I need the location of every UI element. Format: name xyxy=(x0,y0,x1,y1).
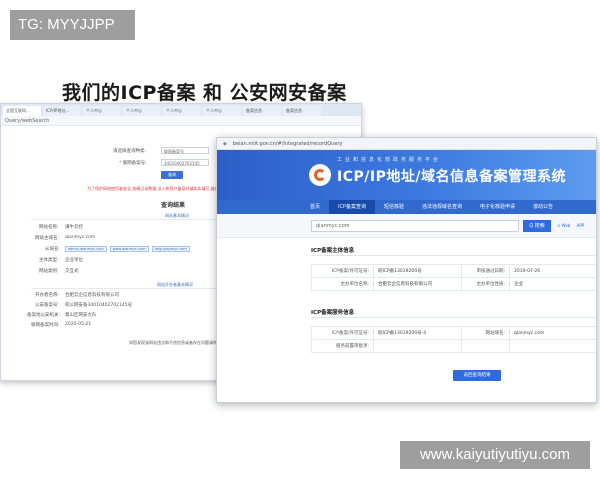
record-no-label: * 联网备案号: xyxy=(119,161,147,166)
type-value: 企业单位 xyxy=(65,258,83,263)
table-cell: 主办单位性质: xyxy=(461,277,510,291)
table-cell: 皖ICP备13019204号-4 xyxy=(373,326,462,340)
nav-illegal-domain[interactable]: 违法违规域名查询 xyxy=(413,200,471,214)
date-label: 联网备案时间: xyxy=(31,323,60,328)
category-label: 网站类别: xyxy=(39,269,59,274)
domain-value: qianmyc.com xyxy=(65,235,96,240)
table-cell: 合肥云企信息科技有限公司 xyxy=(373,277,462,291)
subdomain-chip[interactable]: www.qianmyc.com xyxy=(109,246,149,252)
type-label: 主体类型: xyxy=(39,258,59,263)
office-label: 备案地公安机关: xyxy=(27,313,61,318)
browser-tab-bar: 全国互联网... ICP/IP地址... 个人中心 个人中心 个人中心 个人中心… xyxy=(1,104,361,116)
system-title: ICP/IP地址/域名信息备案管理系统 xyxy=(337,169,566,185)
subject-info-table: ICP备案/许可证号: 皖ICP备13019204号 审核通过日期: 2019-… xyxy=(311,264,596,291)
table-cell: 服务前置审批项: xyxy=(311,339,374,353)
browser-tab[interactable]: 全国互联网... xyxy=(3,106,41,116)
table-cell xyxy=(509,339,596,353)
date-value: 2020-05-21 xyxy=(65,322,92,327)
domain-label: 网站主域名: xyxy=(35,236,60,241)
table-cell: qianmyc.com xyxy=(509,326,596,340)
table-row: 服务前置审批项: xyxy=(311,339,596,353)
nav-icp-query[interactable]: ICP备案查询 xyxy=(329,200,375,214)
main-nav: 首页 ICP备案查询 短信核验 违法违规域名查询 电子化核验申请 滚动公告 xyxy=(217,200,596,214)
lock-icon: ◆ xyxy=(223,140,227,147)
table-cell: 2019-07-26 xyxy=(509,264,596,278)
browser-tab[interactable]: ICP/IP地址... xyxy=(43,106,81,116)
record-no-input[interactable]: 34010402702145 xyxy=(161,159,209,166)
table-cell: 网站域名: xyxy=(461,326,510,340)
search-button[interactable]: Q 搜索 xyxy=(523,220,551,232)
nav-announcement[interactable]: 滚动公告 xyxy=(524,200,562,214)
nav-sms-verify[interactable]: 短信核验 xyxy=(375,200,413,214)
back-to-results-button[interactable]: 返回查询结果 xyxy=(453,370,501,381)
address-bar[interactable]: ◆ beian.miit.gov.cn/#/Integrated/recordQ… xyxy=(217,138,596,150)
nav-e-verify[interactable]: 电子化核验申请 xyxy=(471,200,524,214)
miit-logo-icon xyxy=(309,164,331,186)
org-name-value: 合肥云企信息科技有限公司 xyxy=(65,293,119,298)
service-info-title: ICP备案服务信息 xyxy=(311,310,355,316)
table-cell: ICP备案/许可证号: xyxy=(311,264,374,278)
browser-tab[interactable]: 备案信息 xyxy=(243,106,281,116)
table-row: ICP备案/许可证号: 皖ICP备13019204号-4 网站域名: qianm… xyxy=(311,326,596,340)
subdomain-chip[interactable]: help.qianmyc.com xyxy=(151,246,190,252)
browser-tab[interactable]: 个人中心 xyxy=(123,106,161,116)
subject-info-title: ICP备案主体信息 xyxy=(311,248,355,254)
service-info-table: ICP备案/许可证号: 皖ICP备13019204号-4 网站域名: qianm… xyxy=(311,326,596,353)
table-cell xyxy=(461,339,510,353)
divider xyxy=(311,255,596,256)
table-row: ICP备案/许可证号: 皖ICP备13019204号 审核通过日期: 2019-… xyxy=(311,264,596,278)
query-type-select[interactable]: 联网备案号 xyxy=(161,147,209,154)
table-cell: 皖ICP备13019204号 xyxy=(373,264,462,278)
subdomain-list: admin.qianmyc.com www.qianmyc.com help.qia… xyxy=(65,246,193,252)
category-value: 交互式 xyxy=(65,269,79,274)
tg-tag-label: TG: MYYJJPP xyxy=(10,10,135,40)
search-band: qianmyc.com Q 搜索 ⊙ Web APP xyxy=(217,214,596,238)
browser-tab[interactable]: 个人中心 xyxy=(203,106,241,116)
address-text: beian.miit.gov.cn/#/Integrated/recordQue… xyxy=(232,140,343,147)
address-bar[interactable]: Query/webSearch xyxy=(1,116,361,126)
result-title: 查询结果 xyxy=(161,202,186,209)
divider xyxy=(311,317,596,318)
police-no-label: 公安备案号: xyxy=(35,303,60,308)
subdomain-label: 从域名: xyxy=(45,247,61,252)
police-no-value: 皖公网安备34010402702145号 xyxy=(65,303,133,308)
browser-tab[interactable]: 个人中心 xyxy=(163,106,201,116)
app-radio[interactable]: APP xyxy=(577,223,585,228)
table-cell: 审核通过日期: xyxy=(461,264,510,278)
headline: 我们的ICP备案 和 公安网安备案 xyxy=(62,82,347,104)
web-radio[interactable]: ⊙ Web xyxy=(557,223,570,228)
site-header: 工业和信息化部政务服务平台 ICP/IP地址/域名信息备案管理系统 xyxy=(217,150,596,200)
browser-tab[interactable]: 备案信息 xyxy=(283,106,321,116)
search-input[interactable]: qianmyc.com xyxy=(311,220,519,232)
office-value: 蜀山区网安大队 xyxy=(65,313,97,318)
search-type-options: ⊙ Web APP xyxy=(557,223,589,228)
site-name-value: 谦牛云控 xyxy=(65,225,83,230)
query-type-label: 请选择查询种类: xyxy=(113,149,147,154)
query-button[interactable]: 查询 xyxy=(161,171,183,179)
subdomain-chip[interactable]: admin.qianmyc.com xyxy=(65,246,107,252)
table-row: 主办单位名称: 合肥云企信息科技有限公司 主办单位性质: 企业 xyxy=(311,277,596,291)
table-cell: 企业 xyxy=(509,277,596,291)
org-name-label: 开办者名称: xyxy=(35,293,60,298)
table-cell: ICP备案/许可证号: xyxy=(311,326,374,340)
browser-tab[interactable]: 个人中心 xyxy=(83,106,121,116)
icp-record-window: ◆ beian.miit.gov.cn/#/Integrated/recordQ… xyxy=(216,137,597,403)
footer-note: 如您发现该网站违法和不良信息或者存在问题请举报 xyxy=(129,340,221,345)
site-name-label: 网站名称: xyxy=(39,225,59,230)
table-cell: 主办单位名称: xyxy=(311,277,374,291)
nav-home[interactable]: 首页 xyxy=(301,200,329,214)
table-cell xyxy=(373,339,462,353)
org-line: 工业和信息化部政务服务平台 xyxy=(337,157,442,163)
watermark-url: www.kaiyutiyutiyu.com xyxy=(400,441,590,469)
screenshot-composite: TG: MYYJJPP 我们的ICP备案 和 公安网安备案 全国互联网... I… xyxy=(0,0,600,480)
